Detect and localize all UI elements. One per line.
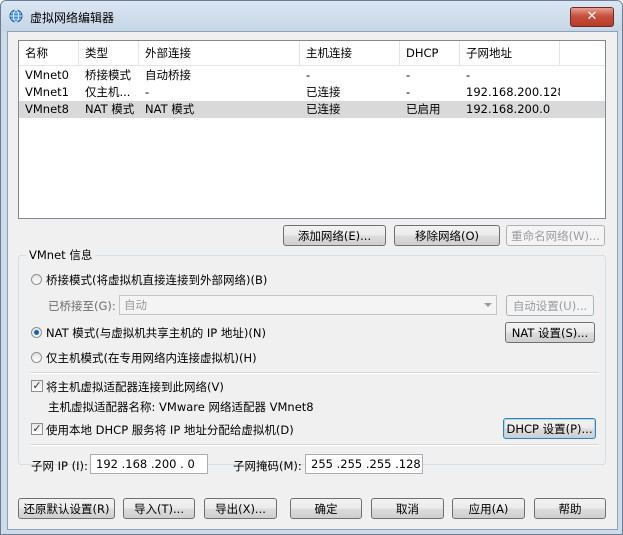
divider — [30, 444, 598, 446]
adapter-name-text: 主机虚拟适配器名称: VMware 网络适配器 VMnet8 — [48, 400, 314, 414]
help-button[interactable]: 帮助 — [534, 498, 606, 519]
virtual-network-editor-window: 虚拟网络编辑器 ✕ 名称 类型 外部连接 主机连接 DHCP 子网地址 VMne… — [0, 0, 623, 535]
network-globe-icon — [9, 9, 23, 23]
bridged-to-label: 已桥接至(G): — [48, 299, 116, 313]
network-list[interactable]: 名称 类型 外部连接 主机连接 DHCP 子网地址 VMnet0 桥接模式 自动… — [18, 40, 606, 219]
bridged-to-value: 自动 — [124, 298, 147, 312]
column-header-external[interactable]: 外部连接 — [139, 41, 300, 65]
export-button[interactable]: 导出(X)... — [204, 498, 277, 519]
column-header-host[interactable]: 主机连接 — [300, 41, 400, 65]
cell-host: - — [306, 68, 311, 82]
column-header-name[interactable]: 名称 — [19, 41, 79, 65]
chevron-down-icon — [484, 303, 492, 307]
nat-mode-label[interactable]: NAT 模式(与虚拟机共享主机的 IP 地址)(N) — [46, 325, 266, 341]
dialog-body: 名称 类型 外部连接 主机连接 DHCP 子网地址 VMnet0 桥接模式 自动… — [7, 31, 618, 530]
remove-network-button[interactable]: 移除网络(O) — [394, 225, 500, 246]
cell-subnet: 192.168.200.0 — [466, 102, 551, 116]
window-title: 虚拟网络编辑器 — [30, 11, 115, 25]
close-icon: ✕ — [586, 9, 598, 24]
bridged-mode-label[interactable]: 桥接模式(将虚拟机直接连接到外部网络)(B) — [46, 272, 267, 288]
dhcp-settings-button[interactable]: DHCP 设置(P)... — [503, 418, 596, 439]
cancel-button[interactable]: 取消 — [371, 498, 444, 519]
cell-subnet: - — [466, 68, 471, 82]
cell-dhcp: - — [406, 68, 411, 82]
column-header-subnet[interactable]: 子网地址 — [460, 41, 560, 65]
bridged-mode-radio[interactable] — [31, 274, 42, 285]
subnet-mask-label: 子网掩码(M): — [233, 459, 302, 473]
nat-mode-radio[interactable] — [31, 327, 42, 338]
import-button[interactable]: 导入(T)... — [123, 498, 195, 519]
close-button[interactable]: ✕ — [570, 7, 614, 27]
cell-external: 自动桥接 — [145, 68, 191, 82]
column-header-dhcp[interactable]: DHCP — [400, 41, 460, 65]
cell-type: NAT 模式 — [85, 102, 135, 116]
vmnet-info-label: VMnet 信息 — [26, 247, 96, 263]
cell-dhcp: 已启用 — [406, 102, 441, 116]
use-dhcp-checkbox[interactable]: ✓ — [31, 423, 43, 435]
auto-settings-button[interactable]: 自动设置(U)... — [506, 295, 594, 316]
list-header: 名称 类型 外部连接 主机连接 DHCP 子网地址 — [19, 41, 605, 66]
connect-adapter-label[interactable]: 将主机虚拟适配器连接到此网络(V) — [46, 379, 224, 395]
cell-host: 已连接 — [306, 85, 341, 99]
check-icon: ✓ — [32, 422, 42, 435]
apply-button[interactable]: 应用(A) — [452, 498, 525, 519]
subnet-ip-input[interactable]: 192 .168 .200 . 0 — [90, 454, 208, 474]
host-only-mode-radio[interactable] — [31, 352, 42, 363]
subnet-mask-input[interactable]: 255 .255 .255 .128 — [305, 454, 423, 474]
use-dhcp-label[interactable]: 使用本地 DHCP 服务将 IP 地址分配给虚拟机(D) — [46, 422, 294, 438]
add-network-button[interactable]: 添加网络(E)... — [283, 225, 386, 246]
table-row[interactable]: VMnet8 NAT 模式 NAT 模式 已连接 已启用 192.168.200… — [19, 101, 605, 118]
bridged-to-select[interactable]: 自动 — [119, 295, 497, 315]
ok-button[interactable]: 确定 — [290, 498, 362, 519]
host-only-mode-label[interactable]: 仅主机模式(在专用网络内连接虚拟机)(H) — [46, 350, 257, 366]
table-row[interactable]: VMnet1 仅主机... - 已连接 - 192.168.200.128 — [19, 84, 605, 101]
cell-external: - — [145, 85, 150, 99]
cell-subnet: 192.168.200.128 — [466, 85, 560, 99]
table-row[interactable]: VMnet0 桥接模式 自动桥接 - - - — [19, 67, 605, 84]
nat-settings-button[interactable]: NAT 设置(S)... — [505, 322, 595, 343]
cell-name: VMnet8 — [25, 102, 69, 116]
title-bar: 虚拟网络编辑器 ✕ — [1, 1, 622, 31]
cell-type: 桥接模式 — [85, 68, 131, 82]
cell-name: VMnet1 — [25, 85, 69, 99]
divider — [30, 372, 598, 374]
connect-adapter-checkbox[interactable]: ✓ — [31, 380, 43, 392]
cell-external: NAT 模式 — [145, 102, 195, 116]
subnet-ip-label: 子网 IP (I): — [31, 459, 88, 473]
column-header-type[interactable]: 类型 — [79, 41, 139, 65]
check-icon: ✓ — [32, 379, 42, 392]
cell-host: 已连接 — [306, 102, 341, 116]
rename-network-button[interactable]: 重命名网络(W)... — [506, 225, 605, 246]
cell-name: VMnet0 — [25, 68, 69, 82]
cell-type: 仅主机... — [85, 85, 131, 99]
restore-defaults-button[interactable]: 还原默认设置(R) — [18, 498, 115, 519]
cell-dhcp: - — [406, 85, 411, 99]
